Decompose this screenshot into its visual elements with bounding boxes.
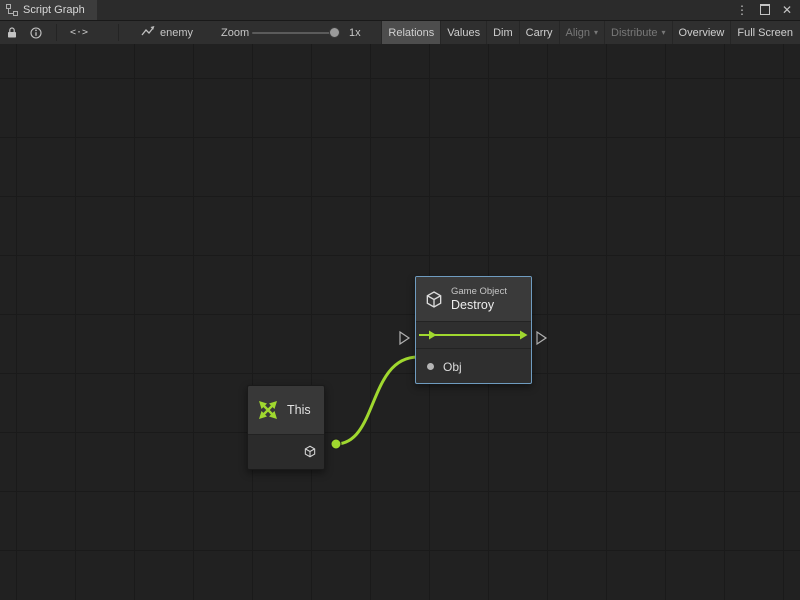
- code-icon[interactable]: <·>: [70, 21, 88, 44]
- destroy-flow-input-port[interactable]: [400, 332, 409, 344]
- this-output-port[interactable]: [331, 439, 341, 449]
- zoom-slider-handle[interactable]: [329, 27, 340, 38]
- relations-button[interactable]: Relations: [381, 21, 440, 44]
- zoom-value: 1x: [349, 21, 361, 44]
- node-this-body: [248, 435, 324, 469]
- script-graph-icon: [6, 4, 18, 16]
- destroy-flow-output-port[interactable]: [537, 332, 546, 344]
- window-controls: ⋮ ✕: [736, 0, 800, 20]
- node-destroy-header: Game Object Destroy: [416, 277, 531, 322]
- align-button[interactable]: Align ▾: [559, 21, 604, 44]
- close-icon[interactable]: ✕: [782, 4, 792, 16]
- game-object-icon: [303, 444, 317, 459]
- toolbar-separator: [56, 24, 57, 41]
- node-this[interactable]: This: [247, 385, 325, 470]
- carry-button[interactable]: Carry: [519, 21, 559, 44]
- node-destroy-titles: Game Object Destroy: [451, 286, 507, 313]
- graph-asset-icon: [141, 25, 155, 40]
- zoom-label: Zoom: [221, 21, 249, 44]
- game-object-icon: [424, 289, 444, 310]
- graph-breadcrumb[interactable]: enemy: [141, 21, 193, 44]
- tab-script-graph[interactable]: Script Graph: [0, 0, 97, 20]
- graph-name: enemy: [160, 27, 193, 39]
- titlebar: Script Graph ⋮ ✕: [0, 0, 800, 21]
- obj-input-port[interactable]: [427, 363, 434, 370]
- maximize-icon[interactable]: [760, 4, 770, 17]
- overview-button[interactable]: Overview: [672, 21, 731, 44]
- node-category: Game Object: [451, 286, 507, 298]
- graph-canvas[interactable]: This Game Object Destroy: [0, 44, 800, 600]
- chevron-down-icon: ▾: [662, 29, 666, 37]
- flow-relation-line: [435, 334, 510, 336]
- node-this-header: This: [248, 386, 324, 435]
- distribute-button[interactable]: Distribute ▾: [604, 21, 671, 44]
- values-button[interactable]: Values: [440, 21, 486, 44]
- graph-toolbar: <·> enemy Zoom 1x Relations Values Dim C…: [0, 21, 800, 45]
- chevron-down-icon: ▾: [594, 29, 598, 37]
- full-screen-button[interactable]: Full Screen: [730, 21, 799, 44]
- node-title: Destroy: [451, 298, 507, 313]
- zoom-slider-track[interactable]: [252, 32, 332, 34]
- flow-out-arrow-icon: [510, 330, 528, 340]
- info-icon[interactable]: [30, 21, 42, 44]
- wires-layer: [0, 44, 800, 600]
- connection-wire[interactable]: [336, 357, 418, 444]
- zoom-slider[interactable]: [252, 21, 344, 44]
- node-destroy-flow-row: [416, 322, 531, 349]
- window-menu-icon[interactable]: ⋮: [736, 4, 748, 16]
- node-destroy-obj-row: Obj: [416, 349, 531, 384]
- toolbar-separator: [118, 24, 119, 41]
- node-destroy[interactable]: Game Object Destroy Obj: [415, 276, 532, 384]
- lock-icon[interactable]: [6, 21, 18, 44]
- dim-button[interactable]: Dim: [486, 21, 519, 44]
- node-title: This: [287, 403, 311, 417]
- toolbar-buttons: Relations Values Dim Carry Align ▾ Distr…: [381, 21, 799, 44]
- tab-title: Script Graph: [23, 4, 85, 16]
- this-icon: [256, 398, 280, 422]
- obj-port-label: Obj: [443, 360, 462, 374]
